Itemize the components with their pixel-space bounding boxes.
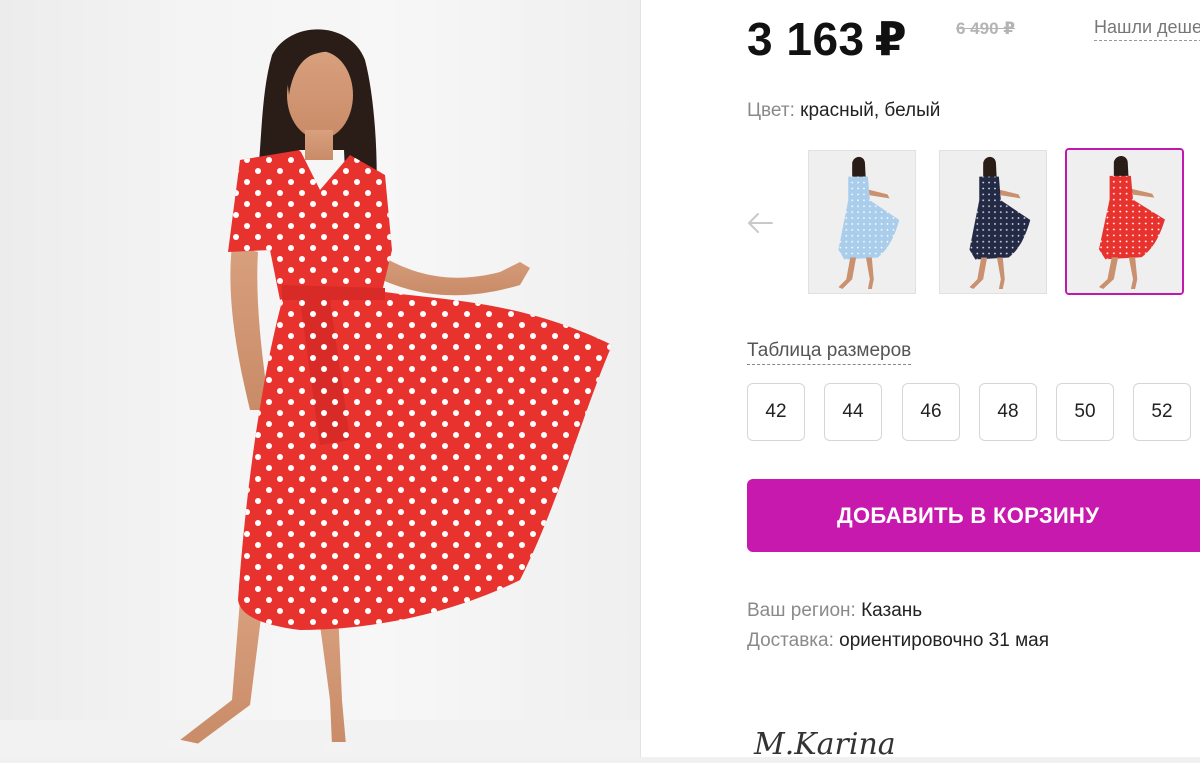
photo-divider: [640, 0, 641, 757]
region-info: Ваш регион: Казань: [747, 600, 922, 622]
size-option-46[interactable]: 46: [902, 383, 960, 441]
size-option-48[interactable]: 48: [979, 383, 1037, 441]
add-to-cart-button[interactable]: ДОБАВИТЬ В КОРЗИНУ: [747, 479, 1200, 552]
size-option-44[interactable]: 44: [824, 383, 882, 441]
color-info: Цвет: красный, белый: [747, 100, 940, 122]
color-thumbnail-light-blue[interactable]: [808, 150, 916, 294]
size-option-52[interactable]: 52: [1133, 383, 1191, 441]
region-value[interactable]: Казань: [861, 600, 922, 621]
current-price: 3 163 ₽: [747, 12, 907, 66]
size-table-link[interactable]: Таблица размеров: [747, 340, 912, 365]
color-value: красный, белый: [800, 100, 941, 121]
delivery-label: Доставка:: [747, 630, 834, 651]
price-value: 3 163: [747, 13, 865, 65]
bottom-rule: [0, 757, 1200, 763]
size-option-50[interactable]: 50: [1056, 383, 1114, 441]
brand-logo-text: M.Karina: [753, 727, 896, 757]
region-label: Ваш регион:: [747, 600, 856, 621]
size-option-42[interactable]: 42: [747, 383, 805, 441]
old-price: 6 490 ₽: [956, 19, 1016, 38]
brand-logo[interactable]: M.Karina: [752, 722, 922, 757]
thumbnail-model-light-blue: [809, 151, 915, 293]
currency-symbol: ₽: [874, 13, 908, 65]
thumbnail-model-red: [1067, 150, 1182, 293]
color-thumbnail-navy[interactable]: [939, 150, 1047, 294]
arrow-left-icon: [748, 213, 773, 233]
found-cheaper-link[interactable]: Нашли дешевле?: [1094, 17, 1200, 41]
color-thumbnail-red[interactable]: [1065, 148, 1184, 295]
delivery-value: ориентировочно 31 мая: [839, 630, 1050, 651]
thumbnails-prev-button[interactable]: [745, 208, 775, 238]
model-illustration: [0, 29, 640, 757]
delivery-info: Доставка: ориентировочно 31 мая: [747, 630, 1049, 652]
thumbnail-model-navy: [940, 151, 1046, 293]
color-label: Цвет:: [747, 100, 795, 121]
product-main-photo[interactable]: [0, 0, 640, 757]
